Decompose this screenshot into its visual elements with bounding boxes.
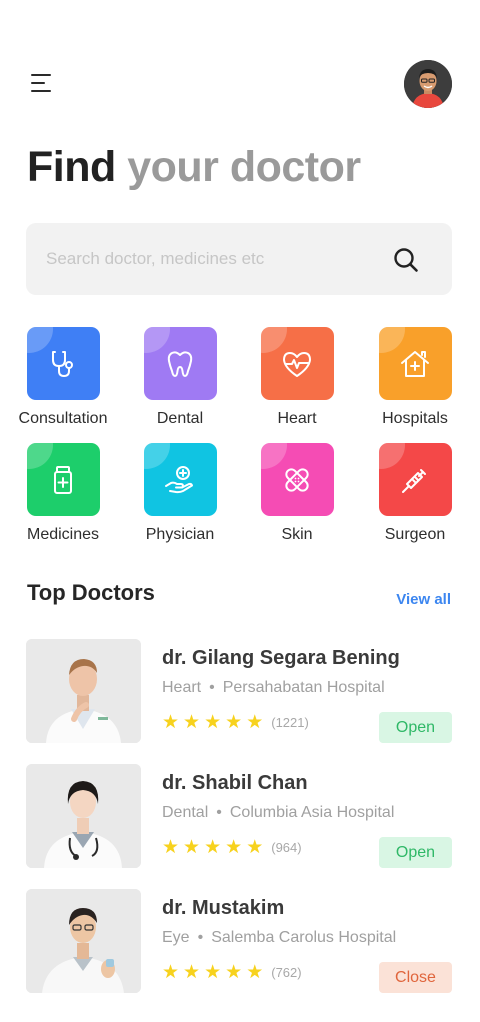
star-icon: ★	[204, 962, 222, 983]
hamburger-menu-icon[interactable]	[31, 74, 53, 92]
star-rating: ★ ★ ★ ★ ★	[162, 838, 263, 857]
status-badge: Open	[379, 712, 452, 743]
status-badge: Close	[379, 962, 452, 993]
menu-line	[31, 81, 45, 85]
category-tile	[26, 443, 100, 516]
separator-dot: •	[197, 929, 204, 946]
star-icon: ★	[162, 712, 180, 733]
doctor-card[interactable]: dr. Shabil Chan Dental • Columbia Asia Hos…	[26, 764, 452, 870]
category-label: Skin	[281, 526, 313, 543]
category-label: Consultation	[18, 410, 108, 427]
syringe-icon	[402, 468, 426, 493]
star-icon: ★	[162, 837, 180, 858]
category-consultation[interactable]: Consultation	[8, 327, 118, 428]
doctor-name: dr. Gilang Segara Bening	[162, 647, 400, 669]
category-tile	[260, 327, 334, 400]
doctor-card[interactable]: dr. Mustakim Eye • Salemba Carolus Hospita…	[26, 889, 452, 995]
star-icon: ★	[204, 712, 222, 733]
star-icon: ★	[183, 962, 201, 983]
status-badge: Open	[379, 837, 452, 868]
doctor-specialty: Eye	[162, 929, 190, 946]
star-icon: ★	[183, 712, 201, 733]
category-hospitals[interactable]: Hospitals	[360, 327, 470, 428]
title-part-1: Find	[27, 143, 116, 191]
category-label: Heart	[277, 410, 317, 427]
category-medicines[interactable]: Medicines	[8, 443, 118, 544]
user-avatar-image	[404, 60, 452, 108]
doctor-name: dr. Shabil Chan	[162, 772, 308, 794]
rating-count: (964)	[271, 840, 302, 855]
doctor-hospital: Persahabatan Hospital	[222, 679, 385, 696]
doctor-meta: Dental • Columbia Asia Hospital	[162, 804, 394, 822]
star-icon: ★	[246, 837, 264, 858]
doctor-photo-image	[26, 639, 141, 743]
hand-care-icon	[165, 465, 193, 493]
view-all-link[interactable]: View all	[396, 591, 451, 608]
doctor-rating: ★ ★ ★ ★ ★ (1221)	[162, 713, 309, 732]
separator-dot: •	[209, 679, 215, 696]
star-icon: ★	[183, 837, 201, 858]
section-title-top-doctors: Top Doctors	[27, 580, 155, 605]
category-label: Hospitals	[382, 410, 448, 427]
user-avatar[interactable]	[404, 60, 452, 108]
star-icon: ★	[225, 712, 243, 733]
page-title: Find your doctor	[27, 141, 361, 193]
doctor-card[interactable]: dr. Gilang Segara Bening Heart • Persahaba…	[26, 639, 452, 745]
doctor-photo	[26, 764, 141, 868]
doctor-specialty: Heart	[162, 679, 202, 696]
doctor-photo-image	[26, 764, 141, 868]
hospital-icon	[401, 350, 429, 377]
category-dental[interactable]: Dental	[125, 327, 235, 428]
category-label: Surgeon	[384, 526, 446, 543]
category-label: Dental	[156, 410, 204, 427]
star-icon: ★	[246, 712, 264, 733]
doctor-photo	[26, 889, 141, 993]
category-label: Medicines	[26, 526, 100, 543]
separator-dot: •	[216, 804, 222, 821]
category-tile	[378, 327, 452, 400]
doctor-photo-image	[26, 889, 141, 993]
heart-pulse-icon	[283, 351, 311, 377]
title-part-2: your doctor	[127, 143, 361, 191]
star-rating: ★ ★ ★ ★ ★	[162, 963, 263, 982]
star-icon: ★	[162, 962, 180, 983]
category-tile	[378, 443, 452, 516]
stethoscope-icon	[52, 350, 73, 377]
category-skin[interactable]: Skin	[242, 443, 352, 544]
search-bar	[26, 223, 452, 295]
star-icon: ★	[225, 962, 243, 983]
star-icon: ★	[204, 837, 222, 858]
category-tile	[260, 443, 334, 516]
medicine-bottle-icon	[54, 465, 72, 494]
menu-line	[31, 89, 51, 92]
doctor-rating: ★ ★ ★ ★ ★ (762)	[162, 963, 302, 982]
doctor-meta: Heart • Persahabatan Hospital	[162, 679, 385, 697]
category-heart[interactable]: Heart	[242, 327, 352, 428]
bandage-icon	[285, 467, 309, 492]
menu-line	[31, 74, 51, 77]
category-physician[interactable]: Physician	[125, 443, 235, 544]
star-icon: ★	[246, 962, 264, 983]
doctor-hospital: Columbia Asia Hospital	[229, 804, 395, 821]
doctor-rating: ★ ★ ★ ★ ★ (964)	[162, 838, 302, 857]
search-icon[interactable]	[392, 246, 420, 274]
star-rating: ★ ★ ★ ★ ★	[162, 713, 263, 732]
category-tile	[143, 327, 217, 400]
doctor-name: dr. Mustakim	[162, 897, 285, 919]
rating-count: (1221)	[271, 715, 309, 730]
category-tile	[26, 327, 100, 400]
doctor-meta: Eye • Salemba Carolus Hospital	[162, 929, 396, 947]
category-tile	[143, 443, 217, 516]
star-icon: ★	[225, 837, 243, 858]
rating-count: (762)	[271, 965, 302, 980]
search-input[interactable]	[46, 223, 376, 295]
tooth-icon	[167, 350, 193, 377]
category-surgeon[interactable]: Surgeon	[360, 443, 470, 544]
category-label: Physician	[145, 526, 215, 543]
doctor-hospital: Salemba Carolus Hospital	[211, 929, 397, 946]
doctor-specialty: Dental	[162, 804, 209, 821]
doctor-photo	[26, 639, 141, 743]
